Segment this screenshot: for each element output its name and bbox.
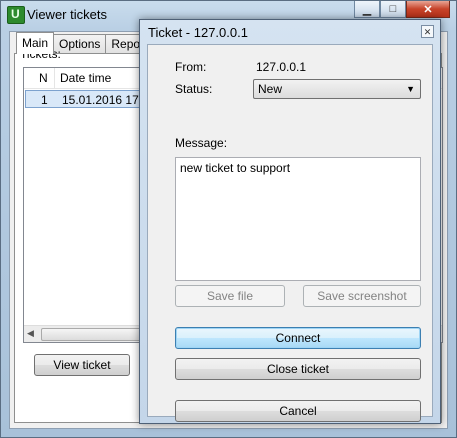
minimize-button[interactable]: ▁ xyxy=(354,1,380,18)
from-label: From: xyxy=(175,60,207,74)
column-header-n[interactable]: N xyxy=(39,71,48,85)
column-header-datetime[interactable]: Date time xyxy=(60,71,111,85)
scroll-left-icon[interactable]: ◀ xyxy=(27,328,34,339)
connect-button[interactable]: Connect xyxy=(175,327,421,349)
maximize-button[interactable]: □ xyxy=(380,1,406,18)
dialog-body: From: 127.0.0.1 Status: New ▼ Message: n… xyxy=(147,44,433,422)
tab-main[interactable]: Main xyxy=(16,32,55,54)
row-n: 1 xyxy=(41,93,48,107)
view-ticket-button[interactable]: View ticket xyxy=(34,354,130,376)
from-value: 127.0.0.1 xyxy=(256,60,307,74)
cancel-button[interactable]: Cancel xyxy=(175,400,421,422)
close-ticket-button[interactable]: Close ticket xyxy=(175,358,421,380)
main-window-title: Viewer tickets xyxy=(27,7,107,22)
status-select[interactable]: New ▼ xyxy=(253,79,421,99)
column-divider xyxy=(54,68,55,88)
app-icon xyxy=(7,6,25,24)
tab-options[interactable]: Options xyxy=(53,34,107,54)
tab-strip: Main Options Repor xyxy=(16,32,151,54)
caption-buttons: ▁ □ ✕ xyxy=(354,1,450,18)
ticket-dialog: Ticket - 127.0.0.1 ✕ From: 127.0.0.1 Sta… xyxy=(139,19,441,424)
row-datetime: 15.01.2016 17:1 xyxy=(62,93,149,107)
save-screenshot-button[interactable]: Save screenshot xyxy=(303,285,421,307)
status-selected-value: New xyxy=(258,82,283,96)
chevron-down-icon: ▼ xyxy=(406,84,415,94)
message-text: new ticket to support xyxy=(180,161,291,175)
dialog-title: Ticket - 127.0.0.1 xyxy=(148,25,248,40)
close-button[interactable]: ✕ xyxy=(406,1,450,18)
status-label: Status: xyxy=(175,82,213,96)
dialog-close-icon[interactable]: ✕ xyxy=(421,25,434,38)
message-label: Message: xyxy=(175,136,228,150)
message-textarea[interactable]: new ticket to support xyxy=(175,157,421,281)
save-file-button[interactable]: Save file xyxy=(175,285,285,307)
